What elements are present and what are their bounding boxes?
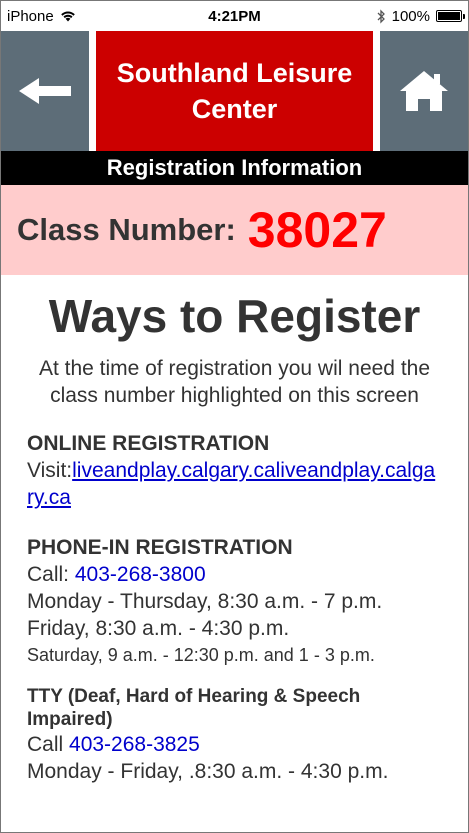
bluetooth-icon — [377, 8, 385, 24]
online-title: ONLINE REGISTRATION — [27, 432, 270, 455]
class-number-value: 38027 — [247, 202, 387, 258]
tty-number-link[interactable]: 403-268-3825 — [69, 733, 200, 756]
title-line-1: Southland Leisure — [116, 58, 353, 88]
phone-hours-1: Monday - Thursday, 8:30 a.m. - 7 p.m. — [27, 590, 383, 613]
phone-title: PHONE-IN REGISTRATION — [27, 536, 293, 559]
tty-call-label: Call — [27, 733, 70, 756]
tty-call-line: Call 403-268-3825 — [27, 731, 438, 758]
home-button[interactable] — [380, 31, 468, 151]
carrier-label: iPhone — [7, 7, 54, 25]
title-line-2: Center — [191, 94, 278, 124]
status-left: iPhone — [1, 8, 76, 25]
page-title: Southland Leisure Center — [96, 31, 373, 151]
screen: iPhone 4:21PM 100% Southland Leisure Cen… — [0, 0, 469, 833]
class-number-box: Class Number: 38027 — [1, 185, 468, 275]
main-content: Ways to Register At the time of registra… — [1, 275, 468, 785]
battery-icon — [436, 10, 465, 22]
online-section: ONLINE REGISTRATION Visit:liveandplay.ca… — [1, 431, 468, 511]
home-icon — [400, 71, 448, 111]
phone-section: PHONE-IN REGISTRATION Call: 403-268-3800… — [1, 535, 468, 669]
phone-hours-2: Friday, 8:30 a.m. - 4:30 p.m. — [27, 617, 290, 640]
registration-info-bar: Registration Information — [1, 151, 468, 185]
registration-link[interactable]: liveandplay.calgary.caliveandplay.calgar… — [27, 459, 435, 509]
ways-heading: Ways to Register — [48, 290, 421, 342]
visit-label: Visit: — [27, 459, 73, 482]
back-button[interactable] — [1, 31, 89, 151]
status-right: 100% — [376, 8, 468, 25]
tty-title: TTY (Deaf, Hard of Hearing & Speech Impa… — [27, 686, 361, 730]
online-visit-line: Visit:liveandplay.calgary.caliveandplay.… — [27, 457, 438, 511]
app-header: Southland Leisure Center — [1, 31, 468, 151]
phone-hours-3: Saturday, 9 a.m. - 12:30 p.m. and 1 - 3 … — [27, 645, 375, 665]
phone-call-line: Call: 403-268-3800 — [27, 561, 438, 588]
class-number-label: Class Number: — [17, 212, 236, 247]
intro-text: At the time of registration you wil need… — [38, 357, 431, 407]
arrow-left-icon — [19, 78, 71, 104]
tty-hours: Monday - Friday, .8:30 a.m. - 4:30 p.m. — [27, 760, 389, 783]
wifi-icon — [60, 11, 75, 22]
phone-number-link[interactable]: 403-268-3800 — [75, 563, 206, 586]
tty-section: TTY (Deaf, Hard of Hearing & Speech Impa… — [1, 685, 468, 785]
battery-percent: 100% — [391, 7, 430, 25]
call-label: Call: — [27, 563, 75, 586]
status-bar: iPhone 4:21PM 100% — [1, 1, 468, 31]
